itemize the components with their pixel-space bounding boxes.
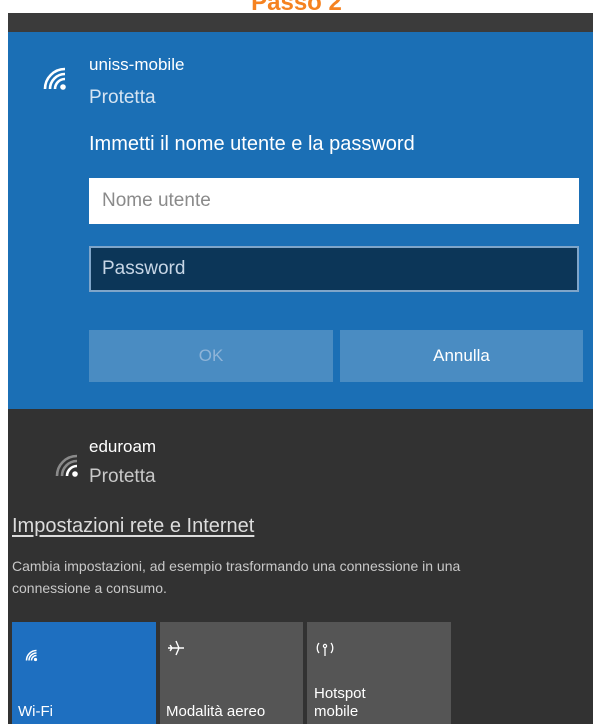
page-heading: Passo 2: [0, 0, 593, 13]
login-prompt: Immetti il nome utente e la password: [89, 133, 415, 155]
wifi-toggle-tile[interactable]: Wi-Fi: [12, 622, 156, 724]
cancel-button[interactable]: Annulla: [340, 330, 583, 382]
tile-label: Wi-Fi: [18, 703, 53, 720]
tile-label: Modalità aereo: [166, 703, 266, 720]
wifi-icon: [43, 67, 66, 90]
network-settings-description: Cambia impostazioni, ad esempio trasform…: [12, 558, 461, 596]
hotspot-icon: [316, 642, 334, 656]
airplane-mode-tile[interactable]: Modalità aereo: [160, 622, 303, 724]
wifi-icon: [25, 649, 38, 662]
mobile-hotspot-tile[interactable]: Hotspot mobile: [307, 622, 451, 724]
flyout-top-edge: [8, 13, 593, 32]
wifi-icon: [55, 454, 78, 477]
password-input[interactable]: [89, 246, 579, 292]
airplane-icon: [168, 640, 184, 656]
username-input[interactable]: [89, 178, 579, 224]
network-status: Protetta: [89, 87, 156, 108]
network-status: Protetta: [89, 466, 156, 487]
tile-label: Hotspot mobile: [314, 685, 366, 720]
ok-button[interactable]: OK: [89, 330, 333, 382]
network-name[interactable]: uniss-mobile: [89, 55, 184, 75]
network-name[interactable]: eduroam: [89, 437, 156, 457]
network-settings-link[interactable]: Impostazioni rete e Internet: [12, 515, 254, 538]
